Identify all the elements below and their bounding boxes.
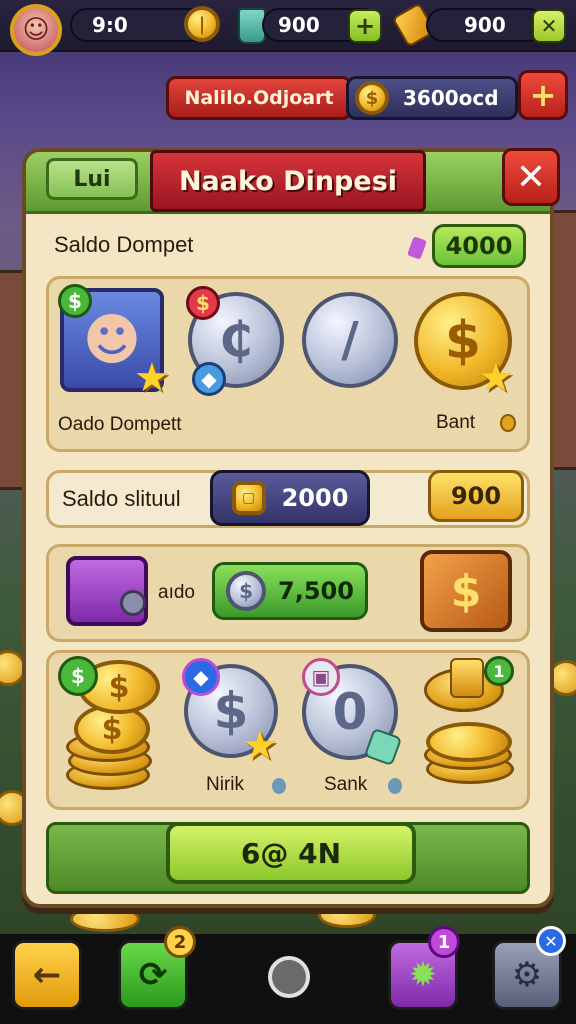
- back-arrow-icon: ←: [32, 955, 62, 995]
- wallet-value: 4000: [432, 224, 526, 268]
- silver-coin-icon[interactable]: /: [302, 292, 398, 388]
- back-button[interactable]: ←: [12, 940, 82, 1010]
- star-icon: ★: [478, 355, 514, 401]
- cube-badge-icon: ▣: [302, 658, 340, 696]
- refresh-badge: 2: [164, 926, 196, 958]
- gem-badge-icon: ◆: [182, 658, 220, 696]
- resource-time-value: 9:0: [92, 13, 128, 37]
- row1-left-label: Oado Dompett: [58, 414, 182, 435]
- notification-badge: 1: [428, 926, 460, 958]
- wallet-label: Saldo Dompet: [54, 232, 194, 257]
- top-resource-bar: ☺ 9:0 | 900 + 900 ✕: [0, 0, 576, 56]
- dollar-wallet-icon[interactable]: $: [420, 550, 512, 632]
- confirm-button[interactable]: 6@ 4N: [166, 822, 416, 884]
- gold-trophy-icon: [450, 658, 484, 698]
- female-avatar-icon: ☺: [22, 15, 50, 45]
- refresh-icon: ⟳: [138, 955, 168, 995]
- row3-label: aıdo: [158, 582, 195, 603]
- add-balance-button[interactable]: +: [518, 70, 568, 120]
- row2-value: ▢ 2000: [210, 470, 370, 526]
- gold-coin-icon[interactable]: |: [184, 6, 220, 42]
- tab-lui[interactable]: Lui: [46, 158, 138, 200]
- gold-square-icon: ▢: [231, 481, 266, 515]
- balance-value: 3600ocd: [403, 86, 499, 110]
- gear-icon: ⚙: [511, 955, 543, 995]
- star-icon: ★: [242, 723, 278, 769]
- dollar-badge-icon: $: [58, 284, 92, 318]
- resource-energy-value: 900: [464, 13, 506, 37]
- player-avatar[interactable]: ☺: [10, 4, 62, 56]
- resource-gems-value: 900: [278, 13, 320, 37]
- dialog-title: Naako Dinpesi: [150, 150, 426, 212]
- dot-icon: [272, 778, 286, 794]
- count-badge: 1: [484, 656, 514, 686]
- row2-right-value[interactable]: 900: [428, 470, 524, 522]
- row1-right-label: Bant: [436, 412, 476, 433]
- silver-coin-icon: $: [226, 571, 267, 611]
- star-icon: ★: [134, 355, 170, 401]
- home-button[interactable]: [268, 956, 310, 998]
- row3-value: $ 7,500: [212, 562, 368, 620]
- close-resource-button[interactable]: ✕: [532, 9, 566, 43]
- gold-coin-icon: [426, 722, 512, 762]
- add-resource-button[interactable]: +: [348, 9, 382, 43]
- dot-icon: [388, 778, 402, 794]
- row4-mid-label: Nirik: [206, 774, 244, 795]
- row4-right-label: Sank: [324, 774, 368, 795]
- close-badge-icon[interactable]: ✕: [536, 926, 566, 956]
- dollar-badge-icon: $: [58, 656, 98, 696]
- row2-label: Saldo slituul: [62, 486, 181, 511]
- balance-pill: $ 3600ocd: [346, 76, 518, 120]
- red-label-pill[interactable]: Nalilo.Odjoart: [166, 76, 352, 120]
- background-coin: [70, 906, 140, 932]
- female-character-icon: ☻: [82, 307, 142, 373]
- gem-badge-icon: ◆: [192, 362, 226, 396]
- gear-green-icon: ✹: [408, 955, 438, 995]
- close-dialog-button[interactable]: ✕: [502, 148, 560, 206]
- coin-dot-icon: [500, 414, 516, 432]
- lock-icon: [120, 590, 146, 616]
- dollar-badge-icon: $: [186, 286, 220, 320]
- resource-energy: 900: [426, 8, 546, 42]
- gold-coin-icon: $: [355, 81, 389, 115]
